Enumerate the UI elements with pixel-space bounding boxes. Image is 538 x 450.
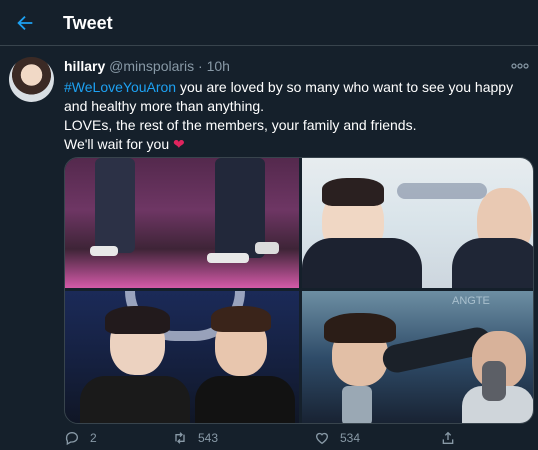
media-photo-2[interactable] bbox=[302, 158, 533, 288]
reply-count: 2 bbox=[90, 431, 97, 445]
share-button[interactable] bbox=[440, 430, 456, 446]
arrow-left-icon bbox=[17, 15, 33, 31]
tweet-author: hillary @minspolaris · 10h bbox=[64, 58, 230, 74]
tweet-line-1: #WeLoveYouAron you are loved by so many … bbox=[64, 78, 534, 116]
like-button[interactable]: 534 bbox=[314, 430, 360, 446]
more-icon bbox=[511, 63, 529, 69]
tweet-line-3: We'll wait for you ❤ bbox=[64, 135, 534, 154]
page-title: Tweet bbox=[63, 13, 113, 33]
heart-emoji-icon: ❤ bbox=[173, 136, 185, 152]
heart-icon bbox=[315, 432, 329, 445]
hashtag-link[interactable]: #WeLoveYouAron bbox=[64, 79, 176, 95]
reply-button[interactable]: 2 bbox=[64, 430, 97, 446]
photo-overlay-text: ANGTE bbox=[452, 295, 490, 307]
tweet-actions: 2 543 534 bbox=[64, 430, 534, 450]
media-photo-1[interactable] bbox=[65, 158, 299, 288]
retweet-button[interactable]: 543 bbox=[172, 430, 218, 446]
like-count: 534 bbox=[340, 431, 361, 445]
tweet-line-2: LOVEs, the rest of the members, your fam… bbox=[64, 117, 417, 133]
tweet-header: Tweet bbox=[0, 0, 538, 46]
media-photo-3[interactable] bbox=[65, 291, 299, 423]
media-grid: ANGTE bbox=[64, 157, 534, 424]
retweet-icon bbox=[175, 432, 185, 444]
media-photo-4[interactable]: ANGTE bbox=[302, 291, 533, 423]
author-name[interactable]: hillary bbox=[64, 58, 105, 74]
back-button[interactable] bbox=[10, 8, 40, 38]
more-options-button[interactable] bbox=[510, 58, 530, 74]
retweet-count: 543 bbox=[198, 431, 219, 445]
separator: · bbox=[198, 58, 203, 74]
author-handle[interactable]: @minspolaris bbox=[109, 58, 194, 74]
tweet-time[interactable]: 10h bbox=[207, 58, 230, 74]
tweet-line-3-text: We'll wait for you bbox=[64, 136, 170, 152]
tweet-text: #WeLoveYouAron you are loved by so many … bbox=[64, 78, 534, 154]
reply-icon bbox=[65, 432, 78, 446]
avatar[interactable] bbox=[9, 57, 54, 102]
share-icon bbox=[442, 431, 454, 444]
